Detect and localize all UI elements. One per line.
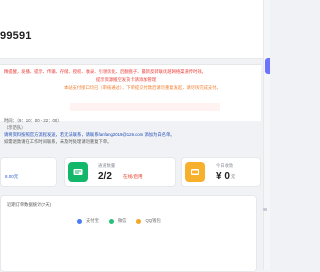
- legend-label-alipay: 支付宝: [86, 218, 99, 223]
- page-id: 99591: [0, 30, 32, 42]
- balance-value: 8.00元: [5, 174, 19, 179]
- legend-item-wechat[interactable]: 微信: [108, 218, 127, 224]
- balance-card: 8.00元: [0, 157, 57, 187]
- channel-value: 2/2: [98, 171, 112, 182]
- chart-title: 近期订单数据统计(7天): [7, 202, 51, 207]
- legend-label-wechat: 微信: [117, 218, 127, 223]
- channel-status: 在线/启用: [123, 174, 143, 179]
- legend-dot-alipay: [77, 218, 82, 224]
- info-line-2: （示范队）: [4, 125, 26, 130]
- legend-dot-wechat: [108, 218, 114, 224]
- right-strip: [263, 0, 270, 270]
- notice-line-1: 精提醒，发播、提示、传输、存储、授权、收录、引领优化、后翻盘子、最新反转联优越网…: [4, 69, 206, 74]
- legend-item-alipay[interactable]: 支付宝: [77, 218, 99, 224]
- scroll-knob[interactable]: [265, 58, 270, 74]
- channel-icon: [68, 162, 88, 182]
- channel-card: 通道数量 2/2 在线/启用: [64, 157, 176, 187]
- side-indicator: [263, 208, 267, 211]
- info-panel: 时间：（9：10：00 - 22：00） （示范队） 请将资料按照官方流程发送，…: [0, 118, 261, 144]
- header: 99591: [0, 0, 270, 59]
- legend-dot-qqwallet: [136, 218, 142, 224]
- legend-item-qqwallet[interactable]: QQ钱包: [136, 218, 161, 224]
- notice-panel: 精提醒，发播、提示、传输、存储、授权、收录、引领优化、后翻盘子、最新反转联优越网…: [0, 64, 261, 121]
- orders-chart: 近期订单数据统计(7天) 支付宝 微信 QQ钱包: [0, 195, 257, 272]
- income-card: 今日收款 ¥ 0 元: [181, 157, 261, 187]
- info-line-4: 如需退款请在工作时间联系，未及时处理请勿重复下单。: [4, 139, 112, 144]
- income-icon: [185, 162, 205, 182]
- notice-line-2: 提示资源搬空发货卡请添加管理: [96, 77, 157, 82]
- income-unit: 元: [231, 174, 236, 179]
- channel-title: 通道数量: [98, 163, 116, 168]
- info-line-3: 请将资料按照官方流程发送，若无法联系，请联系fanfang2019@126.co…: [4, 132, 175, 137]
- legend-label-qqwallet: QQ钱包: [145, 218, 161, 223]
- income-value: ¥ 0: [216, 171, 230, 182]
- stats-cards: 8.00元 通道数量 2/2 在线/启用 今日收款 ¥ 0 元: [0, 157, 261, 187]
- notice-line-3: 本站支付接口均已（审核通过），下单提交付款后请勿重复发起，请尽快完成支付。: [64, 85, 221, 90]
- notice-highlight: [70, 103, 220, 111]
- chart-legend: 支付宝 微信 QQ钱包: [77, 218, 161, 224]
- info-line-1: 时间：（9：10：00 - 22：00）: [4, 118, 62, 123]
- income-title: 今日收款: [216, 163, 234, 168]
